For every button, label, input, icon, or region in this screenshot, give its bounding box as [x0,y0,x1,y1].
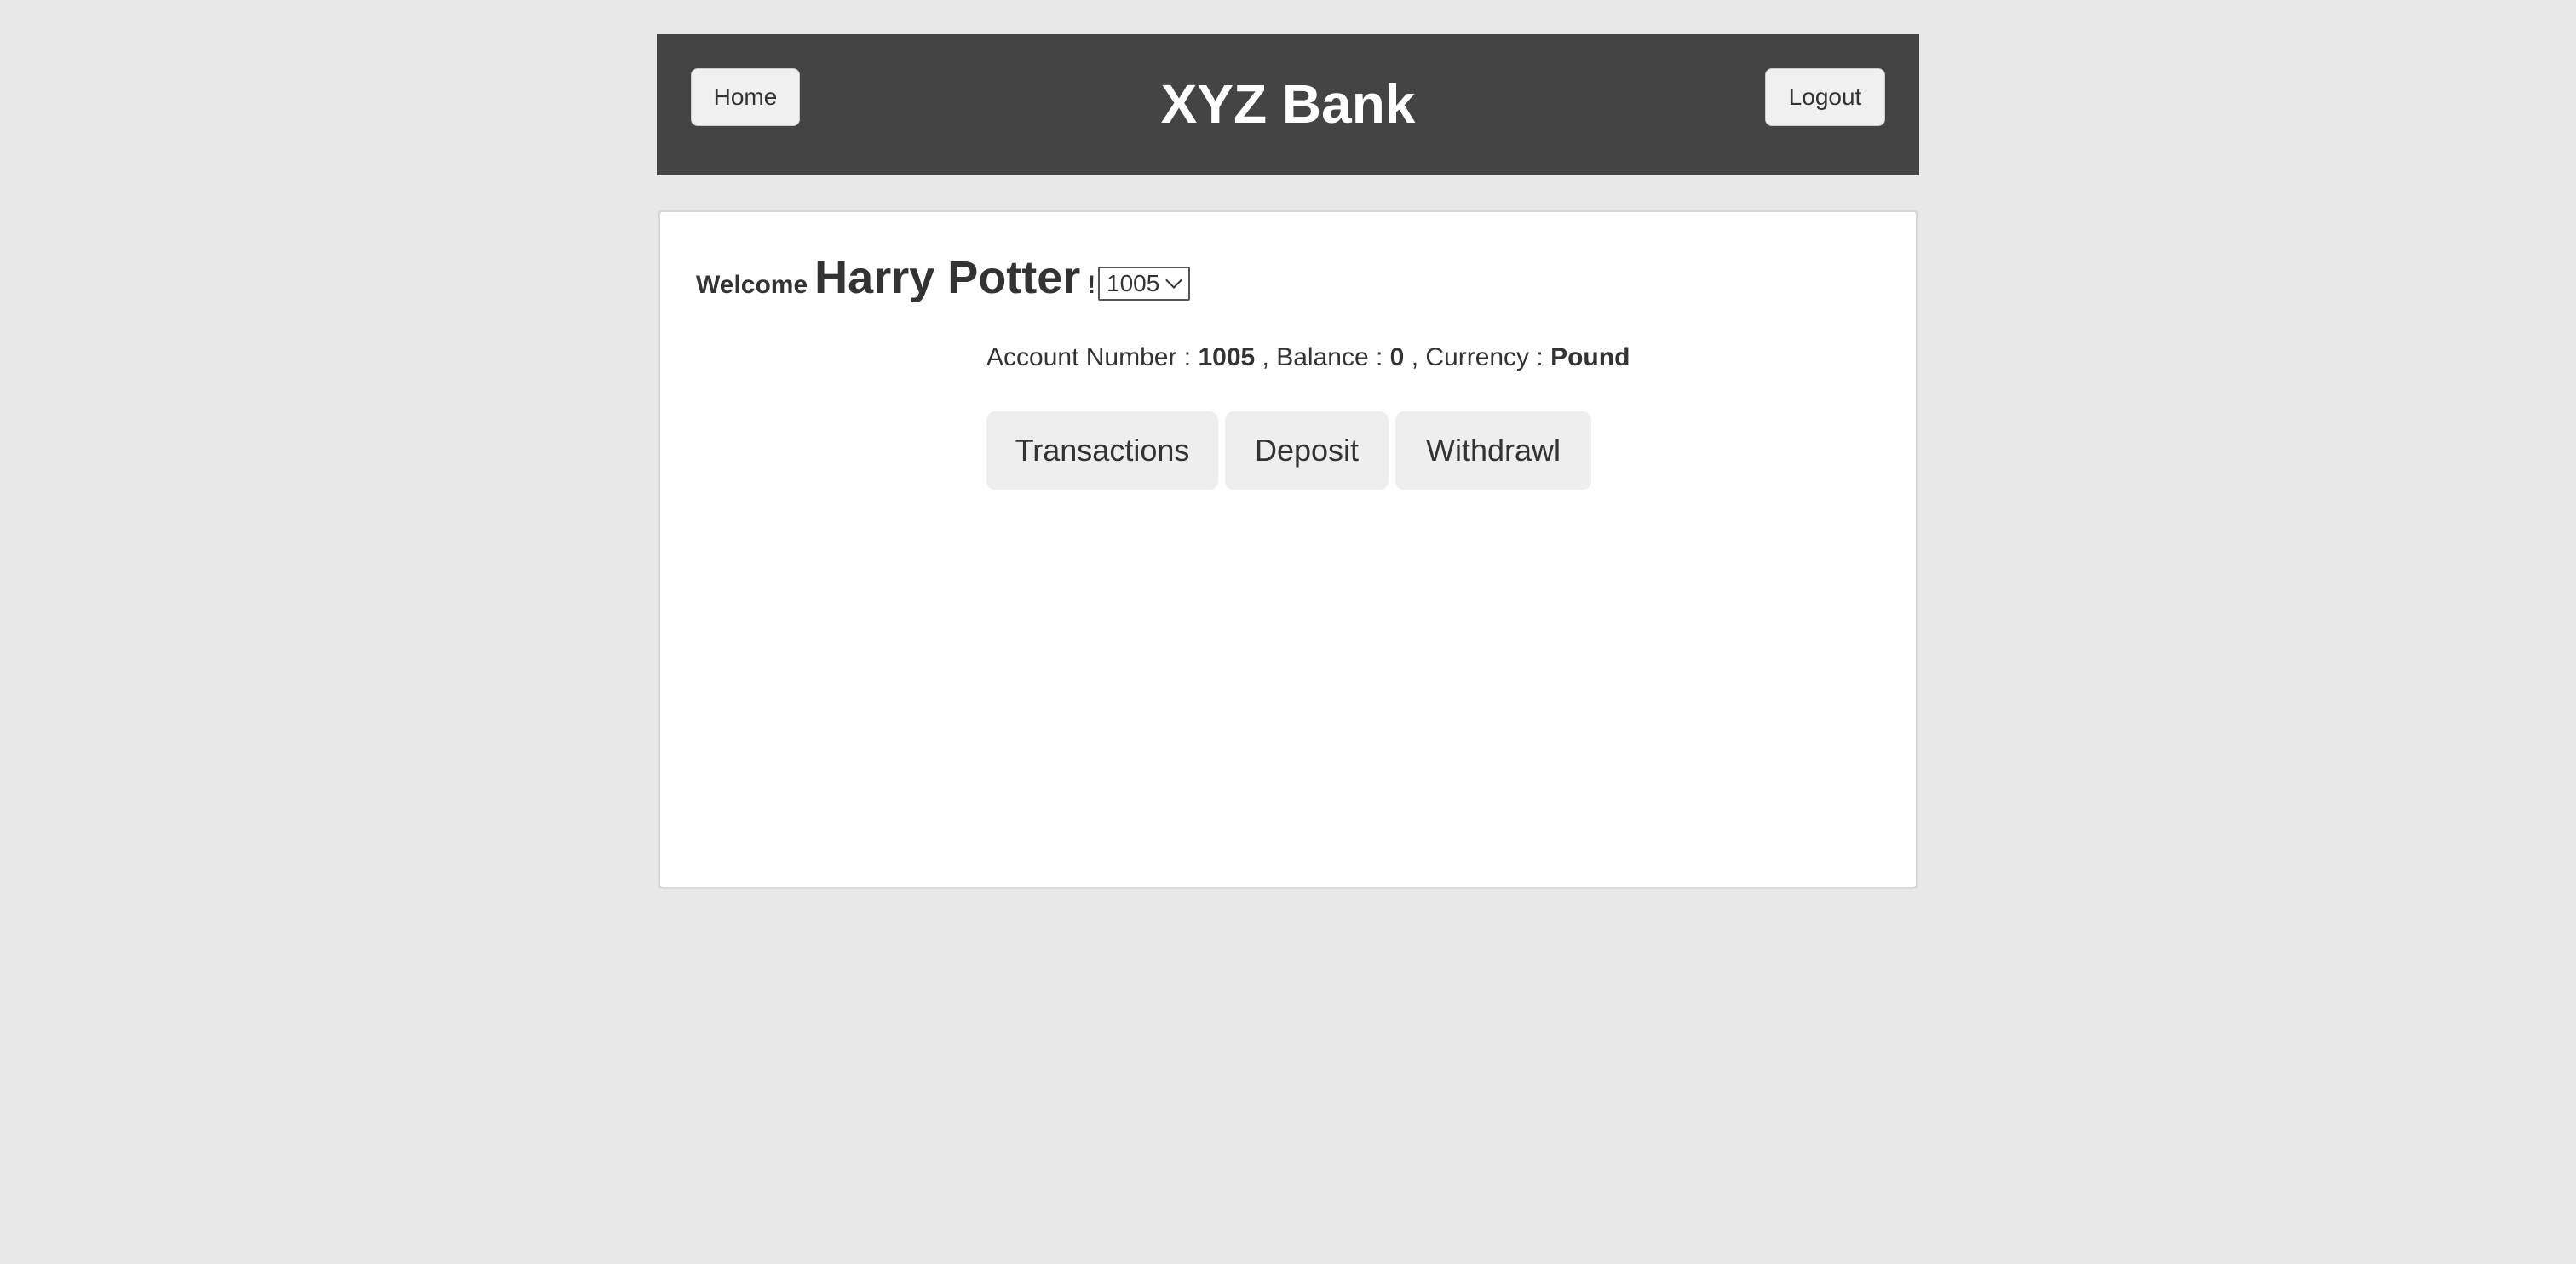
customer-name: Harry Potter [814,252,1081,303]
welcome-message: Welcome Harry Potter !! [696,251,1104,311]
account-number-label: Account Number : [986,343,1192,371]
logout-button[interactable]: Logout [1765,68,1885,126]
chevron-down-icon [1165,272,1182,289]
withdrawl-button[interactable]: Withdrawl [1395,411,1591,490]
account-number-value: 1005 [1198,343,1256,371]
balance-value: 0 [1389,343,1405,371]
bank-title: XYZ Bank [1160,73,1416,135]
transactions-button[interactable]: Transactions [986,411,1218,490]
account-summary: Account Number : 1005 , Balance : 0 , Cu… [986,343,1630,372]
welcome-label: Welcome [696,271,808,299]
header-bar: Home XYZ Bank Logout [657,34,1919,175]
account-select-value: 1005 [1107,270,1160,296]
account-actions: Transactions Deposit Withdrawl [986,411,1591,490]
currency-label: , Currency : [1411,343,1544,371]
account-number-select[interactable]: 1005 [1098,267,1190,301]
account-panel: Welcome Harry Potter !! 1005 Account Num… [658,210,1918,889]
balance-label: , Balance : [1262,343,1383,371]
deposit-button[interactable]: Deposit [1225,411,1389,490]
currency-value: Pound [1550,343,1630,371]
